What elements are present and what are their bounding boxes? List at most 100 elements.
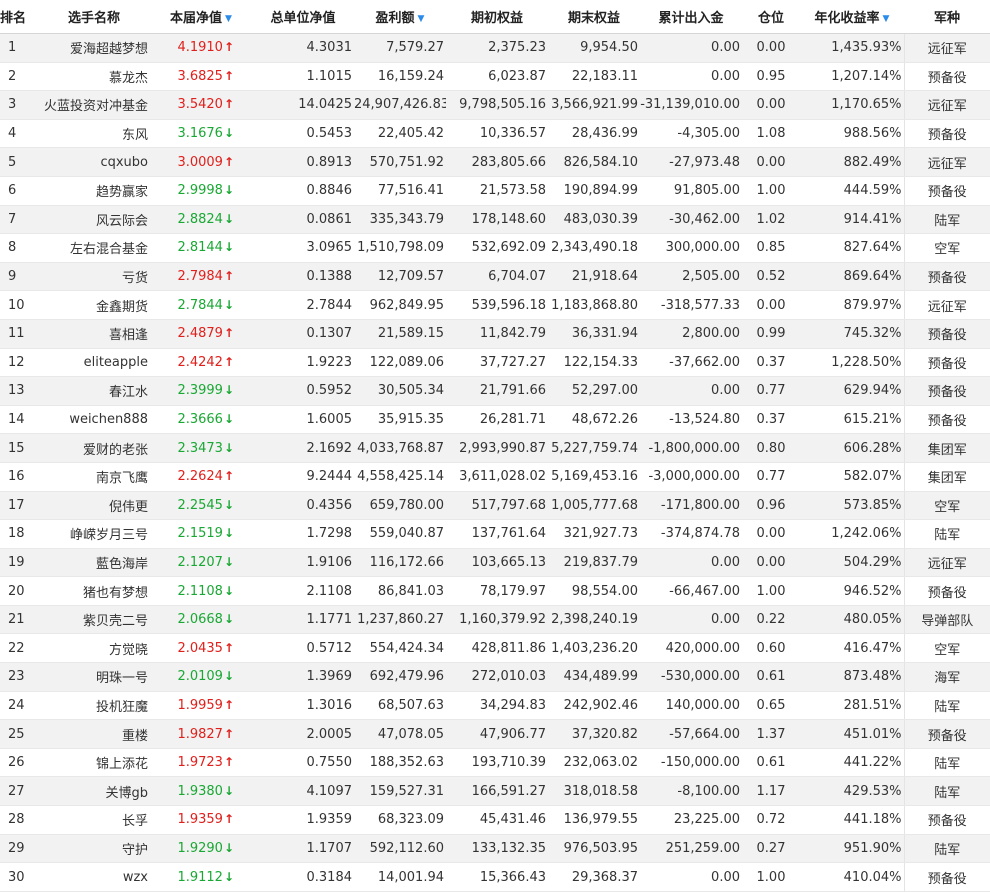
begin-equity-cell: 45,431.46 bbox=[446, 805, 548, 835]
player-name-link[interactable]: 守护 bbox=[38, 834, 150, 864]
player-name-link[interactable]: 喜相逢 bbox=[38, 319, 150, 349]
player-name-link[interactable]: 火蓝投资对冲基金 bbox=[38, 90, 150, 120]
nav-cell: 2.0435↑ bbox=[150, 633, 252, 664]
end-equity-cell: 321,927.73 bbox=[548, 519, 640, 549]
net-flow-cell: -8,100.00 bbox=[640, 776, 742, 807]
army-cell: 预备役 bbox=[903, 805, 990, 835]
player-name-link[interactable]: 东风 bbox=[38, 119, 150, 149]
army-cell: 预备役 bbox=[903, 319, 990, 349]
army-cell: 预备役 bbox=[903, 405, 990, 435]
end-equity-cell: 3,566,921.99 bbox=[548, 90, 640, 120]
begin-equity-cell: 137,761.64 bbox=[446, 519, 548, 549]
player-name-link[interactable]: 峥嵘岁月三号 bbox=[38, 519, 150, 549]
player-name-link[interactable]: wzx bbox=[38, 862, 150, 892]
player-name-link[interactable]: 爱海超越梦想 bbox=[38, 33, 150, 63]
net-flow-cell: -30,462.00 bbox=[640, 205, 742, 235]
profit-cell: 47,078.05 bbox=[354, 719, 446, 749]
position-cell: 0.96 bbox=[742, 491, 800, 521]
arrow-down-icon: ↓ bbox=[223, 183, 234, 198]
begin-equity-cell: 3,611,028.02 bbox=[446, 462, 548, 492]
player-name-link[interactable]: 藍色海岸 bbox=[38, 548, 150, 578]
player-name-link[interactable]: 亏货 bbox=[38, 262, 150, 292]
player-name-link[interactable]: eliteapple bbox=[38, 348, 150, 378]
army-cell: 预备役 bbox=[903, 176, 990, 206]
total-nav-cell: 0.7550 bbox=[252, 748, 354, 778]
header-profit[interactable]: 盈利额 ▼ bbox=[354, 0, 446, 34]
annual-return-cell: 946.52% bbox=[800, 576, 904, 606]
net-flow-cell: -530,000.00 bbox=[640, 662, 742, 692]
profit-cell: 570,751.92 bbox=[354, 147, 446, 177]
rank-cell: 3 bbox=[0, 90, 38, 120]
table-row: 17 倪伟更 2.2545↓ 0.4356 659,780.00 517,797.68 1,… bbox=[0, 491, 990, 521]
nav-value: 2.0109 bbox=[177, 669, 223, 685]
player-name-link[interactable]: 猪也有梦想 bbox=[38, 576, 150, 606]
player-name-link[interactable]: 春江水 bbox=[38, 376, 150, 406]
player-name-link[interactable]: 金鑫期货 bbox=[38, 290, 150, 320]
player-name-link[interactable]: 左右混合基金 bbox=[38, 233, 150, 263]
arrow-up-icon: ↑ bbox=[223, 697, 234, 712]
player-name-link[interactable]: 趋势赢家 bbox=[38, 176, 150, 206]
annual-return-cell: 882.49% bbox=[800, 147, 904, 177]
rank-cell: 30 bbox=[0, 862, 38, 892]
header-total-nav: 总单位净值 bbox=[252, 0, 354, 34]
total-nav-cell: 2.7844 bbox=[252, 290, 354, 320]
net-flow-cell: -57,664.00 bbox=[640, 719, 742, 749]
arrow-up-icon: ↑ bbox=[223, 269, 234, 284]
end-equity-cell: 232,063.02 bbox=[548, 748, 640, 778]
begin-equity-cell: 78,179.97 bbox=[446, 576, 548, 606]
profit-cell: 335,343.79 bbox=[354, 205, 446, 235]
army-cell: 远征军 bbox=[903, 33, 990, 63]
army-cell: 预备役 bbox=[903, 119, 990, 149]
total-nav-cell: 1.7298 bbox=[252, 519, 354, 549]
player-name-link[interactable]: 紫贝壳二号 bbox=[38, 605, 150, 635]
net-flow-cell: 23,225.00 bbox=[640, 805, 742, 835]
player-name-link[interactable]: weichen888 bbox=[38, 405, 150, 435]
sort-desc-icon[interactable]: ▼ bbox=[883, 14, 890, 24]
profit-cell: 692,479.96 bbox=[354, 662, 446, 692]
player-name-link[interactable]: 投机狂魔 bbox=[38, 691, 150, 721]
begin-equity-cell: 9,798,505.16 bbox=[446, 90, 548, 120]
end-equity-cell: 826,584.10 bbox=[548, 147, 640, 177]
begin-equity-cell: 1,160,379.92 bbox=[446, 605, 548, 635]
player-name-link[interactable]: 爱财的老张 bbox=[38, 433, 150, 463]
header-nav[interactable]: 本届净值 ▼ bbox=[150, 0, 252, 34]
nav-value: 2.8824 bbox=[177, 211, 223, 227]
position-cell: 1.00 bbox=[742, 862, 800, 892]
end-equity-cell: 318,018.58 bbox=[548, 776, 640, 807]
player-name-link[interactable]: 方觉晓 bbox=[38, 633, 150, 664]
nav-cell: 1.9827↑ bbox=[150, 719, 252, 749]
profit-cell: 554,424.34 bbox=[354, 633, 446, 664]
arrow-down-icon: ↓ bbox=[223, 554, 234, 569]
end-equity-cell: 5,169,453.16 bbox=[548, 462, 640, 492]
nav-value: 3.0009 bbox=[177, 154, 223, 170]
header-annual[interactable]: 年化收益率 ▼ bbox=[800, 0, 904, 34]
table-row: 10 金鑫期货 2.7844↓ 2.7844 962,849.95 539,596.18 1… bbox=[0, 290, 990, 320]
begin-equity-cell: 21,573.58 bbox=[446, 176, 548, 206]
player-name-link[interactable]: cqxubo bbox=[38, 147, 150, 177]
net-flow-cell: -171,800.00 bbox=[640, 491, 742, 521]
profit-cell: 122,089.06 bbox=[354, 348, 446, 378]
player-name-link[interactable]: 长孚 bbox=[38, 805, 150, 835]
player-name-link[interactable]: 锦上添花 bbox=[38, 748, 150, 778]
player-name-link[interactable]: 慕龙杰 bbox=[38, 62, 150, 92]
position-cell: 0.72 bbox=[742, 805, 800, 835]
nav-cell: 2.0668↓ bbox=[150, 605, 252, 635]
sort-desc-icon[interactable]: ▼ bbox=[225, 14, 232, 24]
end-equity-cell: 483,030.39 bbox=[548, 205, 640, 235]
profit-cell: 592,112.60 bbox=[354, 834, 446, 864]
annual-return-cell: 1,170.65% bbox=[800, 90, 904, 120]
player-name-link[interactable]: 南京飞鹰 bbox=[38, 462, 150, 492]
rank-cell: 24 bbox=[0, 691, 38, 721]
army-cell: 集团军 bbox=[903, 433, 990, 463]
player-name-link[interactable]: 重楼 bbox=[38, 719, 150, 749]
table-row: 7 风云际会 2.8824↓ 0.0861 335,343.79 178,148.60 48… bbox=[0, 205, 990, 235]
sort-desc-icon[interactable]: ▼ bbox=[418, 14, 425, 24]
net-flow-cell: 300,000.00 bbox=[640, 233, 742, 263]
player-name-link[interactable]: 关博gb bbox=[38, 776, 150, 807]
rank-cell: 19 bbox=[0, 548, 38, 578]
net-flow-cell: -4,305.00 bbox=[640, 119, 742, 149]
player-name-link[interactable]: 明珠一号 bbox=[38, 662, 150, 692]
player-name-link[interactable]: 风云际会 bbox=[38, 205, 150, 235]
player-name-link[interactable]: 倪伟更 bbox=[38, 491, 150, 521]
nav-cell: 1.9290↓ bbox=[150, 834, 252, 864]
